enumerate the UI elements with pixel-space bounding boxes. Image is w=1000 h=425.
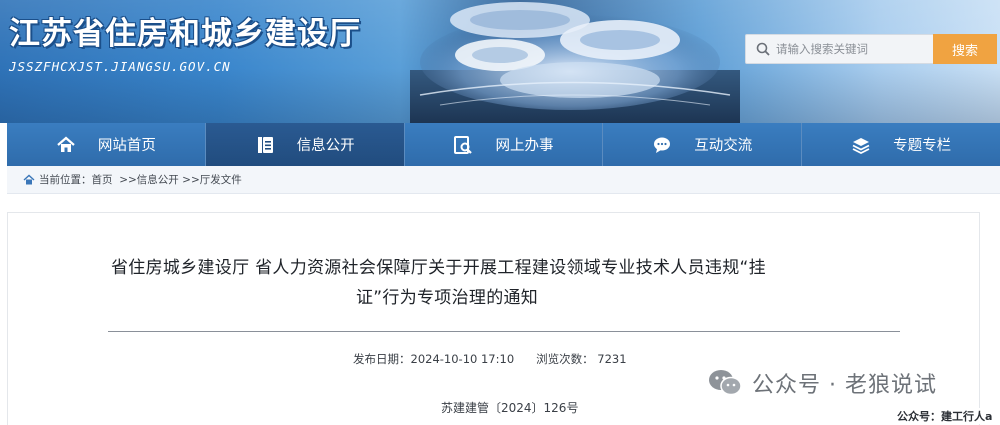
- nav-item-label: 网站首页: [97, 138, 156, 154]
- title-divider: [108, 331, 900, 332]
- nav-item-interaction[interactable]: 互动交流: [603, 123, 803, 166]
- wechat-icon: [708, 369, 742, 397]
- nav-item-online-service[interactable]: 网上办事: [404, 123, 604, 166]
- breadcrumb-home-link[interactable]: 首页: [92, 172, 113, 187]
- breadcrumb-prefix: 当前位置：: [39, 174, 92, 186]
- location-home-icon: [23, 174, 35, 186]
- search-button[interactable]: 搜索: [933, 34, 997, 64]
- view-count: 7231: [597, 352, 627, 366]
- breadcrumb-info-link[interactable]: >>信息公开: [119, 172, 179, 187]
- site-title[interactable]: 江苏省住房和城乡建设厅: [9, 8, 361, 53]
- nav-item-special-topics[interactable]: 专题专栏: [802, 123, 1000, 166]
- layers-icon: [851, 135, 871, 155]
- breadcrumb: 当前位置： 首页 >>信息公开 >>厅发文件: [7, 166, 1000, 194]
- article-meta: 发布日期：2024-10-10 17:10 浏览次数： 7231: [353, 351, 627, 367]
- publish-date: 2024-10-10 17:10: [410, 352, 515, 366]
- document-number: 苏建建管〔2024〕126号: [441, 401, 579, 415]
- magnifier-icon: [756, 42, 770, 56]
- breadcrumb-current[interactable]: >>厅发文件: [182, 172, 242, 187]
- site-domain: JSSZFHCXJST.JIANGSU.GOV.CN: [9, 59, 231, 74]
- nav-item-home[interactable]: 网站首页: [7, 123, 206, 166]
- article-title-line-1: 省住房城乡建设厅 省人力资源社会保障厅关于开展工程建设领域专业技术人员违规“挂: [111, 258, 766, 278]
- nav-item-label: 信息公开: [296, 138, 355, 154]
- nav-item-label: 专题专栏: [893, 138, 952, 154]
- publish-date-label: 发布日期：: [353, 352, 411, 366]
- watermark: 公众号 · 老狼说试: [708, 367, 937, 399]
- online-service-icon: [453, 135, 473, 155]
- search-input[interactable]: [776, 42, 926, 56]
- search-box: [745, 34, 935, 64]
- stadium-illustration: [410, 2, 740, 123]
- document-icon: [255, 135, 275, 155]
- home-icon: [56, 135, 76, 155]
- nav-item-label: 网上办事: [495, 138, 554, 154]
- watermark-text: 公众号 · 老狼说试: [752, 373, 937, 398]
- article-title: 省住房城乡建设厅 省人力资源社会保障厅关于开展工程建设领域专业技术人员违规“挂 …: [68, 253, 898, 313]
- article-title-line-2: 证”行为专项治理的通知: [356, 288, 539, 308]
- main-nav: 网站首页 信息公开 网上办事 互动交流 专题专栏: [7, 123, 1000, 166]
- chat-icon: [652, 135, 672, 155]
- view-count-label: 浏览次数：: [536, 352, 594, 366]
- nav-item-label: 互动交流: [694, 138, 753, 154]
- nav-item-info-disclosure[interactable]: 信息公开: [205, 123, 405, 166]
- watermark-caption: 公众号：建工行人a: [897, 408, 993, 424]
